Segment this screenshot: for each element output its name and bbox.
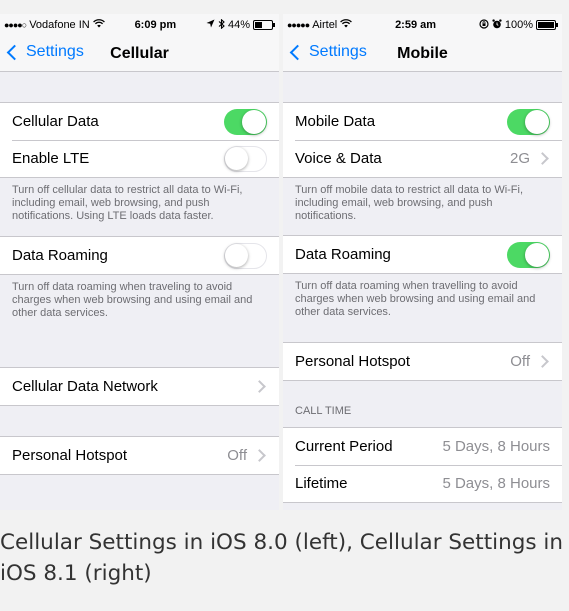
cellular-data-label: Cellular Data bbox=[12, 113, 99, 130]
personal-hotspot-value: Off bbox=[510, 353, 530, 370]
chevron-left-icon bbox=[289, 44, 306, 60]
carrier-name: Airtel bbox=[312, 19, 338, 31]
personal-hotspot-group: Personal Hotspot Off bbox=[0, 436, 279, 475]
cellular-data-network-group: Cellular Data Network bbox=[0, 367, 279, 406]
back-button[interactable]: Settings bbox=[6, 43, 84, 61]
toggle-knob bbox=[242, 109, 266, 134]
data-roaming-row: Data Roaming bbox=[0, 237, 279, 274]
battery-icon bbox=[252, 20, 275, 30]
bluetooth-icon bbox=[218, 18, 225, 32]
chevron-left-icon bbox=[6, 44, 23, 60]
data-roaming-group: Data Roaming bbox=[0, 236, 279, 275]
call-time-group: Current Period 5 Days, 8 Hours Lifetime … bbox=[283, 427, 562, 503]
toggle-knob bbox=[525, 242, 549, 267]
cellular-data-toggle[interactable] bbox=[224, 108, 267, 135]
data-roaming-group: Data Roaming bbox=[283, 235, 562, 274]
chevron-right-icon bbox=[536, 152, 549, 165]
cellular-data-network-label: Cellular Data Network bbox=[12, 378, 158, 395]
data-roaming-footer: Turn off data roaming when travelling to… bbox=[295, 280, 536, 318]
data-roaming-label: Data Roaming bbox=[12, 247, 108, 264]
left-phone-screen: ●●●●○ Vodafone IN 6:09 pm 44% Settings C… bbox=[0, 14, 279, 510]
cellular-data-footer: Turn off cellular data to restrict all d… bbox=[12, 184, 243, 222]
data-roaming-label: Data Roaming bbox=[295, 246, 391, 263]
enable-lte-row: Enable LTE bbox=[0, 140, 279, 177]
status-time: 2:59 am bbox=[395, 19, 437, 31]
chevron-right-icon bbox=[253, 449, 266, 462]
lifetime-value: 5 Days, 8 Hours bbox=[442, 475, 550, 492]
mobile-data-row: Mobile Data bbox=[283, 103, 562, 140]
current-period-value: 5 Days, 8 Hours bbox=[442, 438, 550, 455]
data-roaming-footer: Turn off data roaming when traveling to … bbox=[12, 281, 253, 319]
data-roaming-row: Data Roaming bbox=[283, 236, 562, 273]
voice-data-value: 2G bbox=[509, 150, 530, 167]
wifi-icon bbox=[92, 19, 105, 31]
current-period-row: Current Period 5 Days, 8 Hours bbox=[283, 428, 562, 465]
battery-fill bbox=[254, 22, 263, 28]
wifi-icon bbox=[340, 19, 353, 31]
call-time-header: CALL TIME bbox=[295, 405, 352, 417]
navigation-bar: Settings Cellular bbox=[0, 36, 279, 72]
figure-caption: Cellular Settings in iOS 8.0 (left), Cel… bbox=[0, 530, 564, 586]
voice-data-label: Voice & Data bbox=[295, 150, 382, 167]
back-button-label: Settings bbox=[26, 43, 84, 60]
enable-lte-label: Enable LTE bbox=[12, 150, 90, 167]
mobile-data-label: Mobile Data bbox=[295, 113, 376, 130]
toggle-knob bbox=[225, 146, 248, 170]
carrier-name: Vodafone IN bbox=[29, 19, 90, 31]
lifetime-label: Lifetime bbox=[295, 475, 348, 492]
navigation-bar: Settings Mobile bbox=[283, 36, 562, 72]
signal-strength-icon: ●●●●○ bbox=[4, 20, 27, 30]
back-button[interactable]: Settings bbox=[289, 43, 367, 61]
personal-hotspot-row[interactable]: Personal Hotspot Off bbox=[0, 437, 279, 474]
status-bar: ●●●●○ Vodafone IN 6:09 pm 44% bbox=[0, 14, 279, 36]
personal-hotspot-label: Personal Hotspot bbox=[295, 353, 411, 370]
toggle-knob bbox=[225, 243, 248, 267]
battery-percent: 44% bbox=[227, 19, 250, 31]
personal-hotspot-label: Personal Hotspot bbox=[12, 447, 128, 464]
battery-percent: 100% bbox=[504, 19, 533, 31]
personal-hotspot-row[interactable]: Personal Hotspot Off bbox=[283, 343, 562, 380]
battery-fill bbox=[538, 22, 554, 28]
location-arrow-icon bbox=[206, 19, 215, 31]
mobile-data-group: Mobile Data Voice & Data 2G bbox=[283, 102, 562, 178]
alarm-clock-icon bbox=[492, 18, 502, 32]
cellular-data-network-row[interactable]: Cellular Data Network bbox=[0, 368, 279, 405]
chevron-right-icon bbox=[536, 355, 549, 368]
status-time: 6:09 pm bbox=[134, 19, 177, 31]
back-button-label: Settings bbox=[309, 43, 367, 60]
data-roaming-toggle[interactable] bbox=[507, 241, 550, 268]
status-bar: ●●●●● Airtel 2:59 am 100% bbox=[283, 14, 562, 36]
battery-icon bbox=[536, 20, 558, 30]
mobile-data-toggle[interactable] bbox=[507, 108, 550, 135]
personal-hotspot-group: Personal Hotspot Off bbox=[283, 342, 562, 381]
lifetime-row: Lifetime 5 Days, 8 Hours bbox=[283, 465, 562, 502]
personal-hotspot-value: Off bbox=[227, 447, 247, 464]
data-roaming-toggle[interactable] bbox=[224, 242, 267, 269]
cellular-data-row: Cellular Data bbox=[0, 103, 279, 140]
voice-data-row[interactable]: Voice & Data 2G bbox=[283, 140, 562, 177]
cellular-data-group: Cellular Data Enable LTE bbox=[0, 102, 279, 178]
signal-strength-icon: ●●●●● bbox=[287, 20, 310, 30]
rotation-lock-icon bbox=[479, 18, 489, 32]
toggle-knob bbox=[525, 109, 549, 134]
right-phone-screen: ●●●●● Airtel 2:59 am 100% Settings Mobil… bbox=[283, 14, 562, 510]
chevron-right-icon bbox=[253, 380, 266, 393]
mobile-data-footer: Turn off mobile data to restrict all dat… bbox=[295, 184, 524, 222]
current-period-label: Current Period bbox=[295, 438, 393, 455]
enable-lte-toggle[interactable] bbox=[224, 145, 267, 172]
